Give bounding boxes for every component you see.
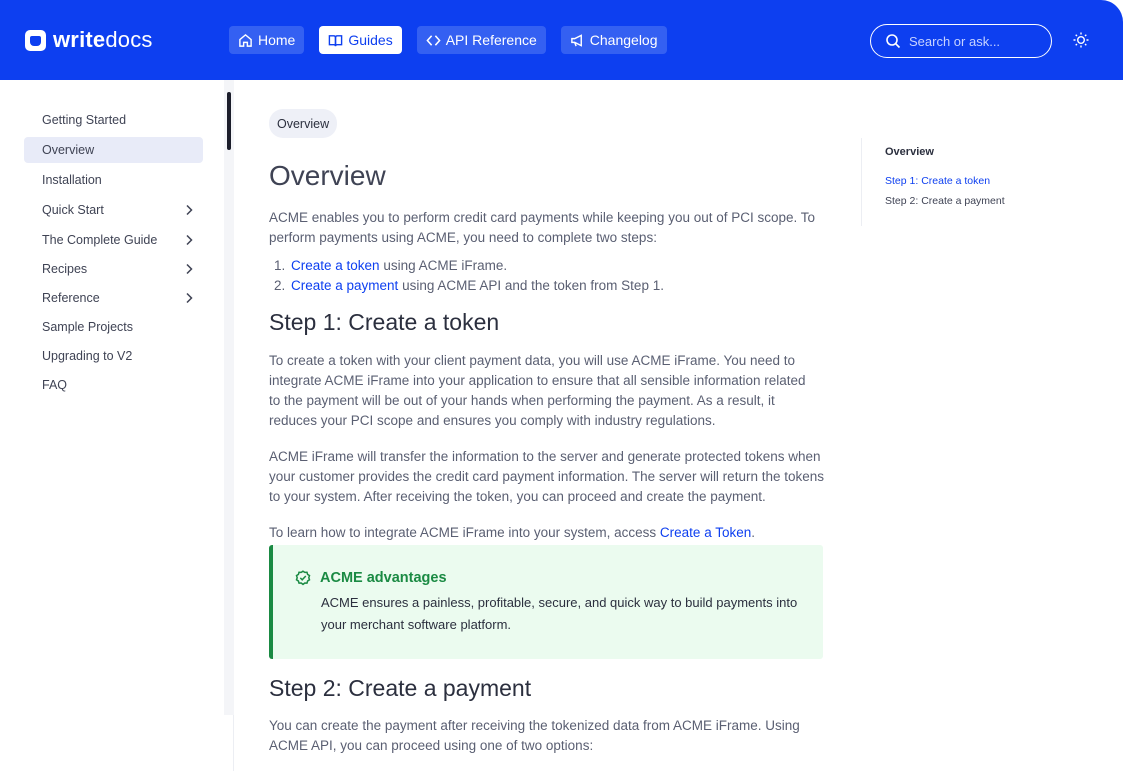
code-icon <box>426 34 441 46</box>
create-a-token-link[interactable]: Create a Token <box>660 525 751 540</box>
megaphone-icon <box>570 33 582 47</box>
sidebar-item-faq[interactable]: FAQ <box>24 372 203 398</box>
sidebar-item-overview[interactable]: Overview <box>24 137 203 163</box>
sidebar-item-quick-start[interactable]: Quick Start <box>24 197 203 223</box>
search-input[interactable] <box>909 33 1039 49</box>
home-icon <box>239 33 252 47</box>
sidebar-item-reference[interactable]: Reference <box>24 285 203 311</box>
step1-heading: Step 1: Create a token <box>269 309 500 335</box>
sidebar-item-complete-guide[interactable]: The Complete Guide <box>24 227 203 253</box>
toc-item-step1[interactable]: Step 1: Create a token <box>885 175 1041 187</box>
check-badge-icon <box>295 570 311 586</box>
sidebar-scrollbar-thumb[interactable] <box>227 92 231 150</box>
intro-paragraph: ACME enables you to perform credit card … <box>269 210 816 245</box>
logo-icon <box>25 29 46 51</box>
step2-paragraph-1: You can create the payment after receivi… <box>269 718 800 753</box>
top-header: writedocs Home Guides API Reference Chan… <box>0 0 1123 80</box>
table-of-contents: Overview Step 1: Create a token Step 2: … <box>861 138 1041 226</box>
sun-icon[interactable] <box>1072 31 1090 49</box>
create-token-link[interactable]: Create a token <box>291 258 380 273</box>
chevron-right-icon <box>186 263 193 275</box>
breadcrumb[interactable]: Overview <box>269 109 338 138</box>
sidebar-item-getting-started[interactable]: Getting Started <box>24 107 203 133</box>
step1-paragraph-2: ACME iFrame will transfer the informatio… <box>269 449 824 504</box>
writedocs-logo[interactable]: writedocs <box>25 28 153 52</box>
nav-changelog-button[interactable]: Changelog <box>560 26 667 54</box>
sidebar-item-recipes[interactable]: Recipes <box>24 256 203 282</box>
toc-title: Overview <box>885 146 934 158</box>
toc-item-step2[interactable]: Step 2: Create a payment <box>885 195 1041 207</box>
callout-title: ACME advantages <box>320 570 447 586</box>
search-icon <box>886 34 901 49</box>
page-title: Overview <box>269 160 386 191</box>
list-item: 2. Create a payment using ACME API and th… <box>274 278 664 293</box>
step1-paragraph-3: To learn how to integrate ACME iFrame in… <box>269 525 755 540</box>
chevron-right-icon <box>186 292 193 304</box>
sidebar-item-installation[interactable]: Installation <box>24 167 203 193</box>
sidebar-item-upgrading-v2[interactable]: Upgrading to V2 <box>24 343 203 369</box>
chevron-right-icon <box>186 204 193 216</box>
sidebar-item-sample-projects[interactable]: Sample Projects <box>24 314 203 340</box>
search-box[interactable] <box>870 24 1052 58</box>
logo-text: writedocs <box>53 27 153 52</box>
sidebar-scrollbar-track[interactable] <box>224 80 234 715</box>
nav-home-button[interactable]: Home <box>229 26 305 54</box>
list-item: 1. Create a token using ACME iFrame. <box>274 258 508 273</box>
create-payment-link[interactable]: Create a payment <box>291 278 398 293</box>
advantages-callout: ACME advantages ACME ensures a painless,… <box>269 545 823 659</box>
steps-list: 1. Create a token using ACME iFrame. 2. Cr… <box>274 256 664 296</box>
top-nav: Home Guides API Reference Changelog <box>229 26 682 54</box>
book-icon <box>329 34 343 46</box>
step2-heading: Step 2: Create a payment <box>269 675 532 701</box>
callout-text: ACME ensures a painless, profitable, sec… <box>321 595 798 632</box>
step1-paragraph-1: To create a token with your client payme… <box>269 353 806 428</box>
chevron-right-icon <box>186 234 193 246</box>
nav-api-reference-button[interactable]: API Reference <box>416 26 546 54</box>
nav-guides-button[interactable]: Guides <box>319 26 402 54</box>
